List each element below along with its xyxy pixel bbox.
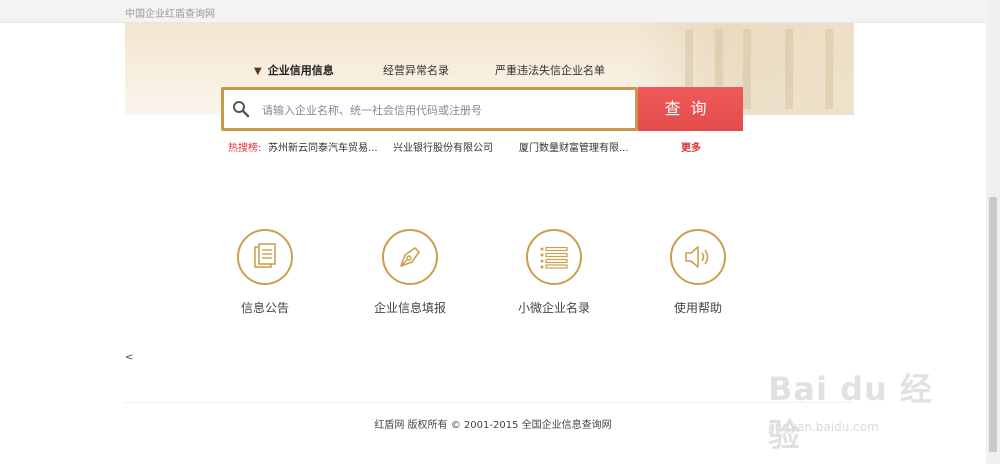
vertical-scrollbar[interactable]: [986, 0, 1000, 464]
more-link[interactable]: 更多: [681, 139, 701, 154]
footer-divider: [125, 402, 855, 403]
search-box: [221, 87, 638, 131]
feature-circle: [526, 229, 582, 285]
tab-label: 严重违法失信企业名单: [495, 64, 605, 77]
hot-search-item[interactable]: 厦门数量财富管理有限...: [519, 139, 629, 154]
tab-label: 企业信用信息: [267, 64, 334, 77]
list-icon: [540, 246, 568, 269]
hot-search-item[interactable]: 苏州新云同泰汽车贸易...: [268, 139, 378, 154]
stray-text: <: [125, 352, 134, 363]
hot-search-label: 热搜榜:: [228, 143, 262, 154]
baidu-watermark: Bai du 经验 jingyan.baidu.com: [768, 352, 958, 454]
scrollbar-thumb[interactable]: [989, 197, 997, 452]
feature-info-notice[interactable]: 信息公告: [205, 229, 325, 316]
feature-small-enterprise-list[interactable]: 小微企业名录: [494, 229, 614, 316]
document-icon: [254, 243, 276, 268]
feature-circle: [382, 229, 438, 285]
triangle-down-icon: ▼: [254, 66, 262, 77]
top-bar: 中国企业红盾查询网: [0, 0, 986, 23]
feature-label: 企业信息填报: [373, 301, 446, 315]
feature-help[interactable]: 使用帮助: [638, 229, 758, 316]
watermark-brand: Bai du 经验: [768, 370, 933, 454]
search-input[interactable]: [260, 98, 634, 122]
speaker-icon: [685, 246, 709, 268]
feature-label: 小微企业名录: [517, 301, 590, 315]
tab-serious-violation[interactable]: 严重违法失信企业名单: [495, 62, 605, 78]
tab-enterprise-credit[interactable]: ▼ 企业信用信息: [254, 62, 334, 78]
feature-enterprise-report[interactable]: 企业信息填报: [350, 229, 470, 316]
feature-circle: [670, 229, 726, 285]
search-icon: [233, 101, 250, 118]
site-name: 中国企业红盾查询网: [125, 9, 215, 20]
hot-search-item[interactable]: 兴业银行股份有限公司: [393, 139, 493, 154]
feature-circle: [237, 229, 293, 285]
watermark-url: jingyan.baidu.com: [768, 420, 879, 434]
tab-label: 经营异常名录: [383, 64, 449, 77]
feature-label: 使用帮助: [673, 301, 722, 315]
tab-abnormal-list[interactable]: 经营异常名录: [383, 62, 449, 78]
feature-label: 信息公告: [240, 301, 289, 315]
pen-icon: [400, 247, 420, 267]
search-button[interactable]: 查询: [638, 87, 743, 131]
